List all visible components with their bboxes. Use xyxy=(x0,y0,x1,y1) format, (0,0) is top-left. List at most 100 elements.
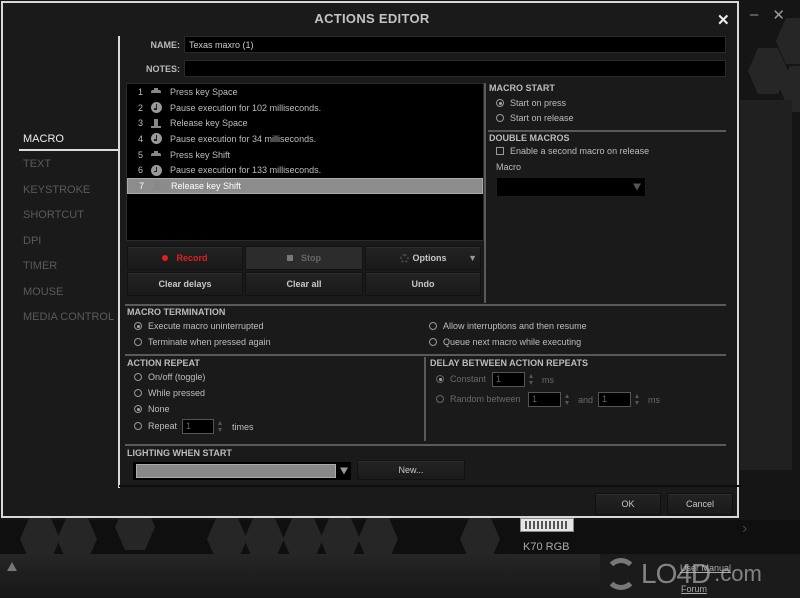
terminate-pressed-again-radio[interactable]: Terminate when pressed again xyxy=(134,337,271,347)
notes-label: NOTES: xyxy=(145,64,180,74)
action-row[interactable]: 2 Pause execution for 102 milliseconds. xyxy=(127,100,483,116)
random-min-input[interactable]: 1 xyxy=(528,392,561,407)
device-strip xyxy=(0,504,800,562)
minimize-button[interactable]: – xyxy=(750,6,758,24)
allow-interruptions-radio[interactable]: Allow interruptions and then resume xyxy=(429,321,587,331)
gear-icon xyxy=(399,253,409,263)
sidebar-item-shortcut[interactable]: SHORTCUT xyxy=(19,205,119,231)
random-max-input[interactable]: 1 xyxy=(598,392,631,407)
queue-next-macro-radio[interactable]: Queue next macro while executing xyxy=(429,337,581,347)
macro-termination-title: MACRO TERMINATION xyxy=(127,307,226,317)
stop-button[interactable]: Stop xyxy=(245,246,363,270)
clock-icon xyxy=(149,164,163,176)
stop-label: Stop xyxy=(301,253,321,263)
action-text: Pause execution for 102 milliseconds. xyxy=(170,102,322,113)
start-on-press-label: Start on press xyxy=(510,98,567,108)
clock-icon xyxy=(149,133,163,145)
keyboard-device-icon[interactable] xyxy=(520,518,574,532)
name-input[interactable] xyxy=(184,36,726,53)
action-number: 2 xyxy=(137,102,143,113)
radio-selected-icon xyxy=(496,99,504,107)
sidebar-item-timer[interactable]: TIMER xyxy=(19,256,119,282)
sidebar-item-keystroke[interactable]: KEYSTROKE xyxy=(19,180,119,206)
section-divider xyxy=(488,130,726,132)
repeat-count-spinner[interactable] xyxy=(218,421,223,432)
dialog-close-button[interactable]: ✕ xyxy=(717,11,730,29)
chevron-right-icon[interactable]: › xyxy=(742,520,747,538)
macro-action-list[interactable]: 1 Press key Space 2 Pause execution for … xyxy=(126,83,484,241)
action-text: Pause execution for 133 milliseconds. xyxy=(170,165,322,176)
action-row[interactable]: 4 Pause execution for 34 milliseconds. xyxy=(127,131,483,147)
ok-button[interactable]: OK xyxy=(595,493,661,515)
dialog-title: ACTIONS EDITOR xyxy=(314,11,430,26)
constant-delay-input[interactable]: 1 xyxy=(492,372,525,387)
radio-icon xyxy=(134,389,142,397)
random-max-spinner[interactable] xyxy=(635,394,640,405)
double-macros-title: DOUBLE MACROS xyxy=(489,133,570,143)
and-label: and xyxy=(578,395,594,405)
radio-icon xyxy=(429,338,437,346)
undo-button[interactable]: Undo xyxy=(365,272,481,296)
record-button[interactable]: Record xyxy=(127,246,243,270)
sidebar-item-dpi[interactable]: DPI xyxy=(19,231,119,257)
action-row[interactable]: 6 Pause execution for 133 milliseconds. xyxy=(127,162,483,178)
enable-second-macro-label: Enable a second macro on release xyxy=(510,146,650,156)
action-text: Pause execution for 34 milliseconds. xyxy=(170,133,317,144)
expand-up-icon[interactable] xyxy=(7,562,17,571)
times-label: times xyxy=(232,422,254,432)
action-row[interactable]: 3 Release key Space xyxy=(127,115,483,131)
notes-input[interactable] xyxy=(184,60,726,77)
random-min-spinner[interactable] xyxy=(565,394,570,405)
radio-icon xyxy=(134,373,142,381)
radio-icon xyxy=(496,114,504,122)
action-row[interactable]: 1 Press key Space xyxy=(127,84,483,100)
while-pressed-label: While pressed xyxy=(148,388,206,398)
constant-label: Constant xyxy=(450,374,487,384)
app-close-button[interactable]: ✕ xyxy=(772,6,785,24)
sidebar-item-macro[interactable]: MACRO xyxy=(19,129,119,151)
random-between-label: Random between xyxy=(450,394,521,404)
section-divider xyxy=(125,304,726,306)
while-pressed-radio[interactable]: While pressed xyxy=(134,388,205,398)
start-on-release-radio[interactable]: Start on release xyxy=(496,113,574,123)
actions-editor-dialog: ACTIONS EDITOR ✕ MACRO TEXT KEYSTROKE SH… xyxy=(1,1,741,518)
macro-start-title: MACRO START xyxy=(489,83,555,93)
clear-delays-button[interactable]: Clear delays xyxy=(127,272,243,296)
execute-uninterrupted-radio[interactable]: Execute macro uninterrupted xyxy=(134,321,264,331)
right-panel-divider xyxy=(484,83,486,303)
action-row[interactable]: 5 Press key Shift xyxy=(127,147,483,163)
repeat-count-input[interactable]: 1 xyxy=(182,419,214,434)
action-repeat-title: ACTION REPEAT xyxy=(127,358,200,368)
toggle-radio[interactable]: On/off (toggle) xyxy=(134,372,205,382)
sidebar-item-text[interactable]: TEXT xyxy=(19,154,119,180)
sidebar-item-media-control[interactable]: MEDIA CONTROL xyxy=(19,307,119,333)
record-label: Record xyxy=(176,253,208,263)
none-radio[interactable]: None xyxy=(134,404,170,414)
section-divider xyxy=(125,444,726,446)
enable-second-macro-checkbox[interactable]: Enable a second macro on release xyxy=(496,146,649,156)
action-row-selected[interactable]: 7 Release key Shift xyxy=(127,178,483,194)
queue-next-macro-label: Queue next macro while executing xyxy=(443,337,582,347)
watermark: LO4D .com xyxy=(605,558,762,590)
clear-all-button[interactable]: Clear all xyxy=(245,272,363,296)
second-macro-dropdown[interactable] xyxy=(496,177,646,197)
lighting-dropdown[interactable] xyxy=(133,462,351,480)
new-lighting-button[interactable]: New... xyxy=(357,460,465,480)
sidebar-item-mouse[interactable]: MOUSE xyxy=(19,282,119,308)
constant-delay-spinner[interactable] xyxy=(529,374,534,385)
options-button[interactable]: Options ▼ xyxy=(365,246,481,270)
cancel-button[interactable]: Cancel xyxy=(667,493,733,515)
constant-delay-radio[interactable]: Constant xyxy=(436,374,486,384)
terminate-pressed-again-label: Terminate when pressed again xyxy=(148,337,271,347)
sidebar-divider xyxy=(118,36,120,488)
start-on-release-label: Start on release xyxy=(510,113,574,123)
constant-ms-label: ms xyxy=(542,375,554,385)
content-bottom-edge xyxy=(119,485,741,487)
repeat-radio[interactable]: Repeat xyxy=(134,421,177,431)
random-delay-radio[interactable]: Random between xyxy=(436,394,521,404)
toggle-label: On/off (toggle) xyxy=(148,372,206,382)
clock-icon xyxy=(149,102,163,114)
start-on-press-radio[interactable]: Start on press xyxy=(496,98,566,108)
lighting-title: LIGHTING WHEN START xyxy=(127,448,232,458)
window-controls: – ✕ xyxy=(750,6,785,24)
